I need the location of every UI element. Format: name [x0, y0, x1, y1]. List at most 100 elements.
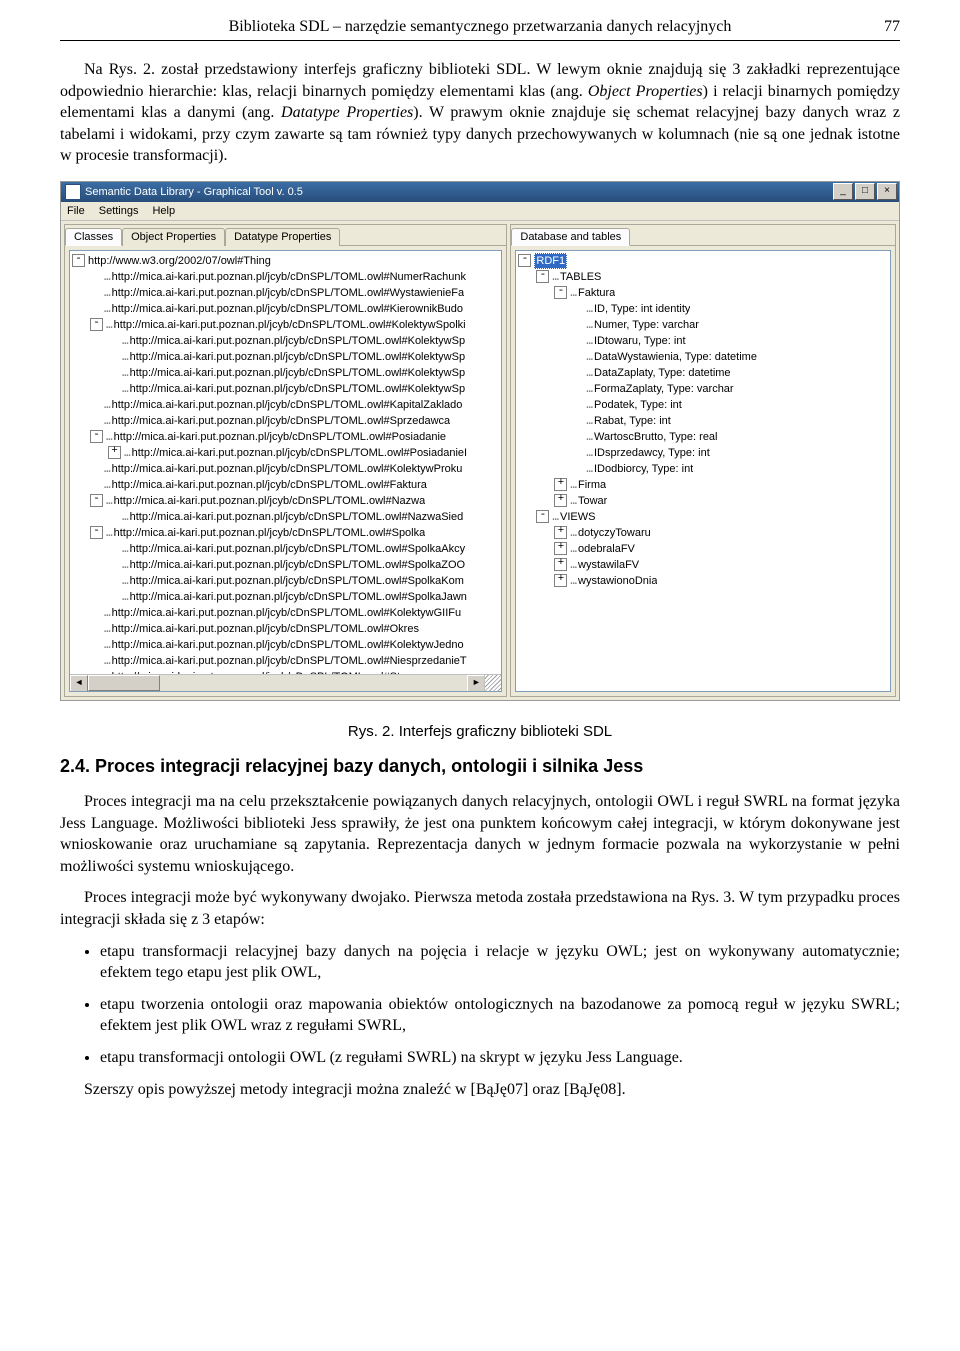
tree-node-label[interactable]: http://mica.ai-kari.put.poznan.pl/jcyb/c… — [130, 365, 465, 381]
tree-node[interactable]: -http://www.w3.org/2002/07/owl#Thing — [72, 253, 501, 269]
tree-node-label[interactable]: http://mica.ai-kari.put.poznan.pl/jcyb/c… — [130, 349, 465, 365]
expand-icon[interactable]: + — [554, 574, 567, 587]
tree-node[interactable]: …http://mica.ai-kari.put.poznan.pl/jcyb/… — [72, 333, 501, 349]
tree-node[interactable]: -…http://mica.ai-kari.put.poznan.pl/jcyb… — [72, 429, 501, 445]
tree-node[interactable]: …http://mica.ai-kari.put.poznan.pl/jcyb/… — [72, 653, 501, 669]
tree-node-label[interactable]: Numer, Type: varchar — [594, 317, 699, 333]
tree-node[interactable]: -…TABLES — [518, 269, 890, 285]
tree-node[interactable]: …Podatek, Type: int — [518, 397, 890, 413]
tree-node-label[interactable]: FormaZaplaty, Type: varchar — [594, 381, 734, 397]
tree-node-label[interactable]: Towar — [578, 493, 607, 509]
tree-node-label[interactable]: http://mica.ai-kari.put.poznan.pl/jcyb/c… — [130, 509, 464, 525]
titlebar[interactable]: Semantic Data Library - Graphical Tool v… — [61, 182, 899, 202]
menu-settings[interactable]: Settings — [99, 205, 139, 217]
scroll-left-icon[interactable]: ◄ — [70, 675, 88, 692]
tree-node-label[interactable]: IDsprzedawcy, Type: int — [594, 445, 710, 461]
tree-node-label[interactable]: http://mica.ai-kari.put.poznan.pl/jcyb/c… — [112, 461, 463, 477]
tree-node[interactable]: …http://mica.ai-kari.put.poznan.pl/jcyb/… — [72, 269, 501, 285]
scroll-right-icon[interactable]: ► — [467, 675, 485, 692]
tree-node-label[interactable]: RDF1 — [534, 253, 567, 269]
tree-node[interactable]: …ID, Type: int identity — [518, 301, 890, 317]
tree-node[interactable]: …http://mica.ai-kari.put.poznan.pl/jcyb/… — [72, 365, 501, 381]
tree-node-label[interactable]: http://mica.ai-kari.put.poznan.pl/jcyb/c… — [112, 621, 419, 637]
tree-node-label[interactable]: dotyczyTowaru — [578, 525, 651, 541]
tree-node[interactable]: …http://mica.ai-kari.put.poznan.pl/jcyb/… — [72, 461, 501, 477]
expand-icon[interactable]: + — [554, 542, 567, 555]
collapse-icon[interactable]: - — [90, 318, 103, 331]
expand-icon[interactable]: + — [554, 478, 567, 491]
tree-node-label[interactable]: http://mica.ai-kari.put.poznan.pl/jcyb/c… — [114, 525, 426, 541]
tree-node-label[interactable]: DataWystawienia, Type: datetime — [594, 349, 757, 365]
collapse-icon[interactable]: - — [90, 430, 103, 443]
tree-node-label[interactable]: http://mica.ai-kari.put.poznan.pl/jcyb/c… — [112, 413, 451, 429]
tree-node[interactable]: …http://mica.ai-kari.put.poznan.pl/jcyb/… — [72, 637, 501, 653]
tree-node[interactable]: …http://mica.ai-kari.put.poznan.pl/jcyb/… — [72, 557, 501, 573]
tree-node-label[interactable]: http://mica.ai-kari.put.poznan.pl/jcyb/c… — [112, 397, 463, 413]
tree-node[interactable]: +…dotyczyTowaru — [518, 525, 890, 541]
horizontal-scrollbar[interactable]: ◄ ► — [70, 674, 485, 691]
tree-node-label[interactable]: Faktura — [578, 285, 615, 301]
tree-node[interactable]: …Numer, Type: varchar — [518, 317, 890, 333]
scroll-thumb[interactable] — [88, 675, 160, 691]
tree-node[interactable]: +…wystawilaFV — [518, 557, 890, 573]
tree-node-label[interactable]: wystawilaFV — [578, 557, 639, 573]
collapse-icon[interactable]: - — [90, 494, 103, 507]
tree-node[interactable]: …http://mica.ai-kari.put.poznan.pl/jcyb/… — [72, 301, 501, 317]
tree-node[interactable]: …IDtowaru, Type: int — [518, 333, 890, 349]
right-tree-view[interactable]: -RDF1-…TABLES-…Faktura…ID, Type: int ide… — [515, 250, 891, 692]
tree-node[interactable]: …DataZaplaty, Type: datetime — [518, 365, 890, 381]
tree-node-label[interactable]: TABLES — [560, 269, 601, 285]
tree-node[interactable]: -…http://mica.ai-kari.put.poznan.pl/jcyb… — [72, 525, 501, 541]
tree-node-label[interactable]: http://mica.ai-kari.put.poznan.pl/jcyb/c… — [112, 301, 463, 317]
tree-node-label[interactable]: http://www.w3.org/2002/07/owl#Thing — [88, 253, 271, 269]
tree-node[interactable]: -…VIEWS — [518, 509, 890, 525]
tree-node[interactable]: +…http://mica.ai-kari.put.poznan.pl/jcyb… — [72, 445, 501, 461]
tree-node[interactable]: -…Faktura — [518, 285, 890, 301]
collapse-icon[interactable]: - — [518, 254, 531, 267]
tree-node-label[interactable]: http://mica.ai-kari.put.poznan.pl/jcyb/c… — [130, 333, 465, 349]
tree-node-label[interactable]: http://mica.ai-kari.put.poznan.pl/jcyb/c… — [130, 541, 465, 557]
tree-node-label[interactable]: http://mica.ai-kari.put.poznan.pl/jcyb/c… — [130, 381, 465, 397]
tree-node[interactable]: …Rabat, Type: int — [518, 413, 890, 429]
menu-help[interactable]: Help — [152, 205, 175, 217]
collapse-icon[interactable]: - — [536, 270, 549, 283]
tree-node-label[interactable]: WartoscBrutto, Type: real — [594, 429, 718, 445]
tree-node-label[interactable]: Podatek, Type: int — [594, 397, 682, 413]
tree-node[interactable]: …http://mica.ai-kari.put.poznan.pl/jcyb/… — [72, 541, 501, 557]
tree-node-label[interactable]: odebralaFV — [578, 541, 635, 557]
tree-node[interactable]: …http://mica.ai-kari.put.poznan.pl/jcyb/… — [72, 349, 501, 365]
tree-node-label[interactable]: IDodbiorcy, Type: int — [594, 461, 693, 477]
close-button[interactable]: × — [877, 183, 897, 200]
tree-node-label[interactable]: Firma — [578, 477, 606, 493]
tree-node-label[interactable]: http://mica.ai-kari.put.poznan.pl/jcyb/c… — [112, 653, 467, 669]
tree-node[interactable]: …http://mica.ai-kari.put.poznan.pl/jcyb/… — [72, 285, 501, 301]
tree-node-label[interactable]: http://mica.ai-kari.put.poznan.pl/jcyb/c… — [112, 477, 427, 493]
tree-node[interactable]: …IDodbiorcy, Type: int — [518, 461, 890, 477]
tree-node[interactable]: +…Firma — [518, 477, 890, 493]
tree-node-label[interactable]: http://mica.ai-kari.put.poznan.pl/jcyb/c… — [130, 589, 467, 605]
tree-node[interactable]: …http://mica.ai-kari.put.poznan.pl/jcyb/… — [72, 605, 501, 621]
collapse-icon[interactable]: - — [554, 286, 567, 299]
tree-node-label[interactable]: http://mica.ai-kari.put.poznan.pl/jcyb/c… — [114, 493, 426, 509]
menu-file[interactable]: File — [67, 205, 85, 217]
tree-node-label[interactable]: http://mica.ai-kari.put.poznan.pl/jcyb/c… — [112, 269, 466, 285]
tree-node-label[interactable]: http://mica.ai-kari.put.poznan.pl/jcyb/c… — [114, 317, 466, 333]
tree-node[interactable]: …http://mica.ai-kari.put.poznan.pl/jcyb/… — [72, 413, 501, 429]
tree-node[interactable]: …http://mica.ai-kari.put.poznan.pl/jcyb/… — [72, 573, 501, 589]
collapse-icon[interactable]: - — [536, 510, 549, 523]
tab-classes[interactable]: Classes — [65, 228, 122, 246]
tree-node[interactable]: …http://mica.ai-kari.put.poznan.pl/jcyb/… — [72, 589, 501, 605]
maximize-button[interactable]: □ — [855, 183, 875, 200]
tree-node[interactable]: -…http://mica.ai-kari.put.poznan.pl/jcyb… — [72, 493, 501, 509]
collapse-icon[interactable]: - — [90, 526, 103, 539]
tab-datatype-properties[interactable]: Datatype Properties — [225, 228, 340, 246]
tree-node-label[interactable]: http://mica.ai-kari.put.poznan.pl/jcyb/c… — [112, 605, 462, 621]
tree-node[interactable]: …DataWystawienia, Type: datetime — [518, 349, 890, 365]
expand-icon[interactable]: + — [554, 526, 567, 539]
tree-node-label[interactable]: IDtowaru, Type: int — [594, 333, 686, 349]
tree-node-label[interactable]: http://mica.ai-kari.put.poznan.pl/jcyb/c… — [114, 429, 446, 445]
expand-icon[interactable]: + — [554, 494, 567, 507]
tree-node[interactable]: +…Towar — [518, 493, 890, 509]
resize-grip-icon[interactable] — [484, 674, 501, 691]
tree-node[interactable]: …http://mica.ai-kari.put.poznan.pl/jcyb/… — [72, 477, 501, 493]
